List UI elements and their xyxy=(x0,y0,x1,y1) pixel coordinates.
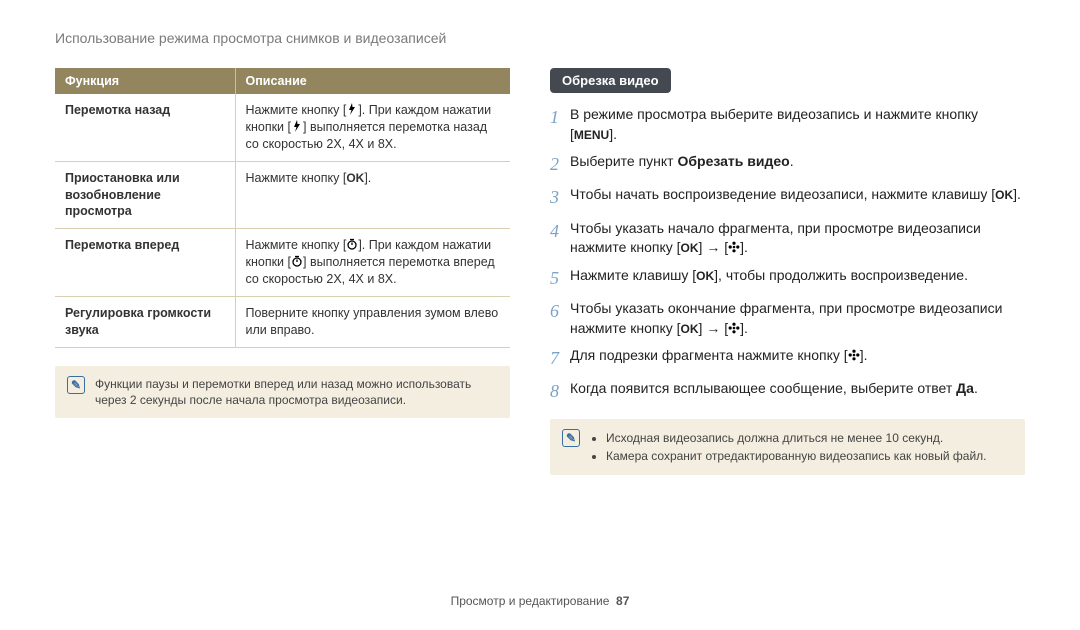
note-text: Функции паузы и перемотки вперед или наз… xyxy=(95,376,498,408)
timer-icon xyxy=(291,255,303,267)
table-row: Приостановка или возобновление просмотра… xyxy=(55,161,510,229)
desc-cell: Нажмите кнопку []. При каждом нажатии кн… xyxy=(235,229,510,297)
flower-icon xyxy=(728,241,740,253)
step-text: Когда появится всплывающее сообщение, вы… xyxy=(570,379,1025,399)
th-description: Описание xyxy=(235,68,510,94)
step-text: Чтобы начать воспроизведение видеозаписи… xyxy=(570,185,1025,205)
step: 1 В режиме просмотра выберите видеозапис… xyxy=(550,105,1025,144)
page-number: 87 xyxy=(616,594,629,608)
step-number: 8 xyxy=(550,379,570,404)
flash-icon xyxy=(291,120,303,132)
text: ] → [ xyxy=(699,239,729,255)
note-box: ✎ Функции паузы и перемотки вперед или н… xyxy=(55,366,510,418)
step-text: Чтобы указать начало фрагмента, при прос… xyxy=(570,219,1025,258)
menu-icon: MENU xyxy=(574,128,609,142)
text: ]. xyxy=(609,126,617,142)
left-column: Функция Описание Перемотка назад Нажмите… xyxy=(55,68,510,475)
page-footer: Просмотр и редактирование 87 xyxy=(0,594,1080,608)
step-number: 3 xyxy=(550,185,570,210)
text: ]. xyxy=(1013,186,1021,202)
step-number: 1 xyxy=(550,105,570,130)
step: 6 Чтобы указать окончание фрагмента, при… xyxy=(550,299,1025,338)
step: 7 Для подрезки фрагмента нажмите кнопку … xyxy=(550,346,1025,371)
fn-cell: Перемотка вперед xyxy=(55,229,235,297)
text: ], чтобы продолжить воспроизведение. xyxy=(714,267,968,283)
table-row: Регулировка громкости звука Поверните кн… xyxy=(55,296,510,347)
steps-list: 1 В режиме просмотра выберите видеозапис… xyxy=(550,105,1025,405)
text: ]. xyxy=(740,320,748,336)
fn-cell: Регулировка громкости звука xyxy=(55,296,235,347)
text: Для подрезки фрагмента нажмите кнопку [ xyxy=(570,347,848,363)
text: Нажмите кнопку [ xyxy=(246,238,347,252)
text: Нажмите кнопку [ xyxy=(246,103,347,117)
fn-cell: Перемотка назад xyxy=(55,94,235,161)
text: Чтобы начать воспроизведение видеозаписи… xyxy=(570,186,995,202)
step: 5 Нажмите клавишу [OK], чтобы продолжить… xyxy=(550,266,1025,291)
step-number: 6 xyxy=(550,299,570,324)
step-text: Для подрезки фрагмента нажмите кнопку []… xyxy=(570,346,1025,366)
text: ] → [ xyxy=(699,320,729,336)
step-text: Нажмите клавишу [OK], чтобы продолжить в… xyxy=(570,266,1025,286)
bold-text: Обрезать видео xyxy=(677,153,789,169)
text: . xyxy=(974,380,978,396)
note-item: Камера сохранит отредактированную видеоз… xyxy=(606,447,987,465)
step-text: Чтобы указать окончание фрагмента, при п… xyxy=(570,299,1025,338)
flower-icon xyxy=(728,322,740,334)
note-box-right: ✎ Исходная видеозапись должна длиться не… xyxy=(550,419,1025,475)
text: Чтобы указать окончание фрагмента, при п… xyxy=(570,300,1002,336)
desc-cell: Поверните кнопку управления зумом влево … xyxy=(235,296,510,347)
ok-icon: OK xyxy=(696,269,714,283)
breadcrumb: Использование режима просмотра снимков и… xyxy=(55,30,1025,46)
text: ]. xyxy=(860,347,868,363)
desc-cell: Нажмите кнопку []. При каждом нажатии кн… xyxy=(235,94,510,161)
ok-icon: OK xyxy=(995,188,1013,202)
text: ]. xyxy=(740,239,748,255)
step-text: Выберите пункт Обрезать видео. xyxy=(570,152,1025,172)
timer-icon xyxy=(346,238,358,250)
flash-icon xyxy=(346,103,358,115)
desc-cell: Нажмите кнопку [OK]. xyxy=(235,161,510,229)
ok-icon: OK xyxy=(346,171,364,185)
step-number: 4 xyxy=(550,219,570,244)
step: 2 Выберите пункт Обрезать видео. xyxy=(550,152,1025,177)
ok-icon: OK xyxy=(681,241,699,255)
step: 8 Когда появится всплывающее сообщение, … xyxy=(550,379,1025,404)
step: 4 Чтобы указать начало фрагмента, при пр… xyxy=(550,219,1025,258)
table-row: Перемотка назад Нажмите кнопку []. При к… xyxy=(55,94,510,161)
content-columns: Функция Описание Перемотка назад Нажмите… xyxy=(55,68,1025,475)
fn-cell: Приостановка или возобновление просмотра xyxy=(55,161,235,229)
text: Нажмите кнопку [ xyxy=(246,171,347,185)
text: Чтобы указать начало фрагмента, при прос… xyxy=(570,220,981,256)
section-title-pill: Обрезка видео xyxy=(550,68,671,93)
bold-text: Да xyxy=(956,380,974,396)
text: ]. xyxy=(364,171,371,185)
info-icon: ✎ xyxy=(562,429,580,447)
step-number: 7 xyxy=(550,346,570,371)
table-row: Перемотка вперед Нажмите кнопку []. При … xyxy=(55,229,510,297)
step-text: В режиме просмотра выберите видеозапись … xyxy=(570,105,1025,144)
step-number: 5 xyxy=(550,266,570,291)
ok-icon: OK xyxy=(681,322,699,336)
note-item: Исходная видеозапись должна длиться не м… xyxy=(606,429,987,447)
flower-icon xyxy=(848,349,860,361)
text: В режиме просмотра выберите видеозапись … xyxy=(570,106,978,142)
step-number: 2 xyxy=(550,152,570,177)
text: Нажмите клавишу [ xyxy=(570,267,696,283)
note-list: Исходная видеозапись должна длиться не м… xyxy=(590,429,987,465)
right-column: Обрезка видео 1 В режиме просмотра выбер… xyxy=(550,68,1025,475)
step: 3 Чтобы начать воспроизведение видеозапи… xyxy=(550,185,1025,210)
info-icon: ✎ xyxy=(67,376,85,394)
functions-table: Функция Описание Перемотка назад Нажмите… xyxy=(55,68,510,348)
text: Когда появится всплывающее сообщение, вы… xyxy=(570,380,956,396)
footer-label: Просмотр и редактирование xyxy=(451,594,610,608)
text: . xyxy=(790,153,794,169)
th-function: Функция xyxy=(55,68,235,94)
text: Выберите пункт xyxy=(570,153,677,169)
